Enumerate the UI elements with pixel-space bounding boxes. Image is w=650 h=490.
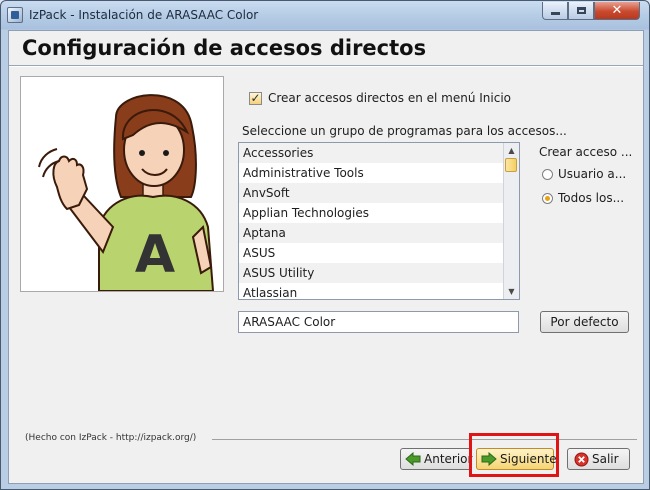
start-menu-checkbox[interactable]: ✓ <box>249 91 262 105</box>
footer-divider <box>212 439 637 440</box>
installer-panel: Configuración de accesos directos A ✓ Cr… <box>8 30 644 484</box>
installer-window: IzPack - Instalación de ARASAAC Color ✕ … <box>0 0 650 490</box>
radio-current-user-label: Usuario a... <box>558 167 627 181</box>
next-button-highlight-box <box>469 433 559 477</box>
radio-all-users-label: Todos los... <box>558 191 625 205</box>
credit-text: (Hecho con IzPack - http://izpack.org/) <box>25 433 197 443</box>
title-bar[interactable]: IzPack - Instalación de ARASAAC Color ✕ <box>1 1 649 30</box>
exit-button[interactable]: Salir <box>567 448 630 470</box>
close-button[interactable]: ✕ <box>594 2 640 20</box>
radio-current-user[interactable]: Usuario a... <box>542 167 626 181</box>
radio-all-users-button[interactable] <box>542 192 553 204</box>
list-item[interactable]: ASUS Utility <box>239 263 519 283</box>
page-title: Configuración de accesos directos <box>22 36 427 60</box>
installer-picture: A <box>20 76 224 292</box>
list-item[interactable]: Accessories <box>239 143 519 163</box>
radio-all-users[interactable]: Todos los... <box>542 191 624 205</box>
list-item[interactable]: Atlassian <box>239 283 519 299</box>
minimize-icon <box>550 12 560 15</box>
list-item[interactable]: Aptana <box>239 223 519 243</box>
back-arrow-icon <box>405 451 421 467</box>
scroll-thumb[interactable] <box>505 158 517 172</box>
window-title: IzPack - Instalación de ARASAAC Color <box>29 8 259 22</box>
list-scrollbar[interactable]: ▲ ▼ <box>503 143 519 299</box>
start-menu-checkbox-label: Crear accesos directos en el menú Inicio <box>268 91 512 105</box>
previous-button[interactable]: Anterior <box>400 448 472 470</box>
maximize-icon <box>576 7 586 14</box>
app-icon <box>7 7 23 23</box>
program-group-field[interactable]: ARASAAC Color <box>238 311 519 333</box>
default-button[interactable]: Por defecto <box>540 311 629 333</box>
list-item[interactable]: Administrative Tools <box>239 163 519 183</box>
program-group-list[interactable]: Accessories Administrative Tools AnvSoft… <box>238 142 520 300</box>
list-item[interactable]: Applian Technologies <box>239 203 519 223</box>
start-menu-shortcut-option[interactable]: ✓ Crear accesos directos en el menú Inic… <box>249 91 511 105</box>
previous-button-label: Anterior <box>424 452 473 466</box>
minimize-button[interactable] <box>542 2 568 20</box>
list-item[interactable]: AnvSoft <box>239 183 519 203</box>
maximize-button[interactable] <box>568 2 594 20</box>
radio-current-user-button[interactable] <box>542 168 553 180</box>
program-group-prompt: Seleccione un grupo de programas para lo… <box>242 124 567 138</box>
scroll-up-icon[interactable]: ▲ <box>504 143 519 158</box>
title-divider-highlight <box>9 66 643 67</box>
scroll-down-icon[interactable]: ▼ <box>504 284 519 299</box>
waving-girl-image: A <box>38 94 215 292</box>
shirt-letter: A <box>135 225 175 285</box>
exit-button-label: Salir <box>592 452 619 466</box>
create-for-label: Crear acceso ... <box>539 145 633 159</box>
list-item[interactable]: ASUS <box>239 243 519 263</box>
exit-icon <box>573 451 589 467</box>
